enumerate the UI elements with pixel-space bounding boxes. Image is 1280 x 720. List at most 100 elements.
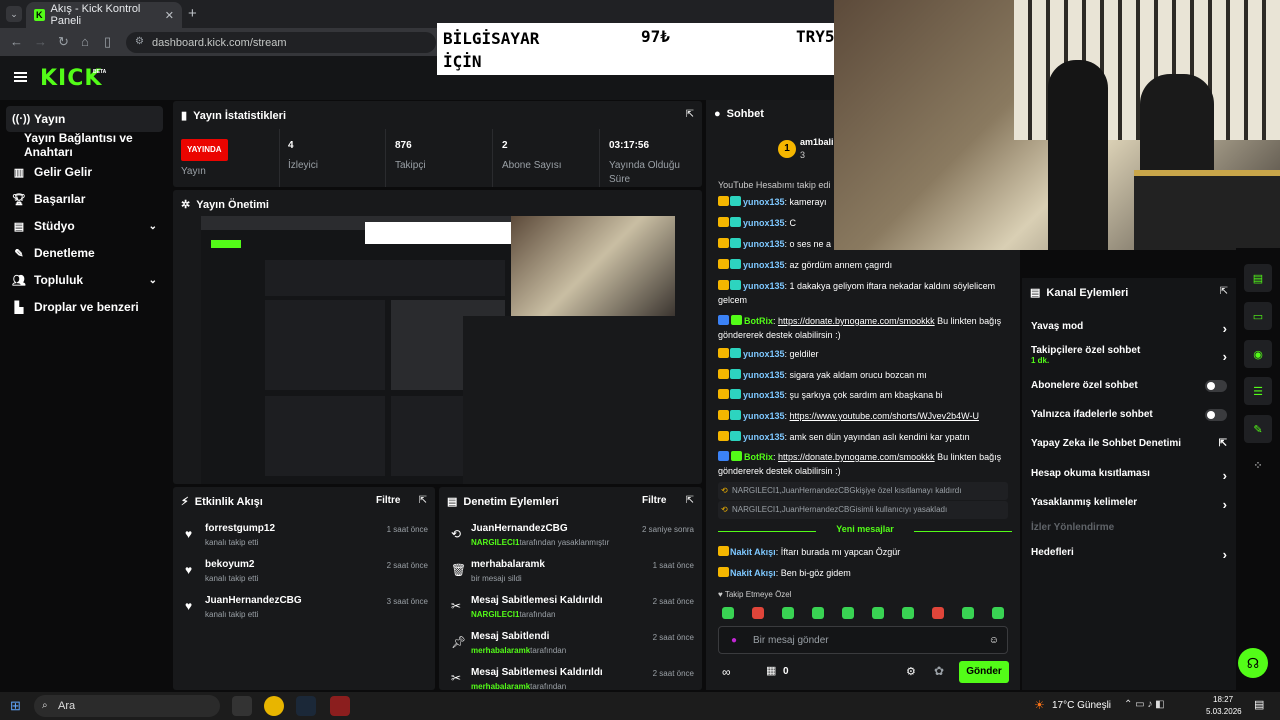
moderation-actor[interactable]: merhabalaramk — [471, 682, 530, 690]
sidebar-item-moderation[interactable]: ✎ Denetleme — [6, 240, 163, 266]
chat-username[interactable]: yunox135 — [743, 218, 785, 228]
start-icon[interactable]: ⊞ — [10, 698, 21, 714]
new-tab-icon[interactable]: + — [188, 5, 197, 22]
help-icon[interactable]: ☊ — [1238, 648, 1268, 678]
app-icon[interactable] — [232, 696, 252, 716]
action-ai-moderation[interactable]: Yapay Zeka ile Sohbet Denetimi ⇱ — [1031, 438, 1227, 449]
emote-icon[interactable] — [962, 607, 974, 619]
notes-icon[interactable]: ▤ — [1244, 264, 1272, 292]
emote-icon[interactable] — [722, 607, 734, 619]
clock-date[interactable]: 5.03.2026 — [1206, 707, 1242, 716]
emote-icon[interactable] — [752, 607, 764, 619]
tab-search-icon[interactable]: ⌄ — [6, 6, 22, 22]
chat-username[interactable]: BotRix — [744, 316, 773, 326]
clock-time[interactable]: 18:27 — [1213, 695, 1233, 704]
chat-username[interactable]: yunox135 — [743, 239, 785, 249]
sidebar-item-revenue[interactable]: ▥ Gelir Gelir — [6, 159, 163, 185]
popout-icon[interactable]: ⇱ — [686, 109, 694, 120]
chat-username[interactable]: BotRix — [744, 452, 773, 462]
notification-icon[interactable]: ▤ — [1254, 698, 1264, 711]
moderation-actor[interactable]: merhabalaramk — [471, 646, 530, 655]
action-follower-only[interactable]: Takipçilere özel sohbet 1 dk. › — [1031, 345, 1227, 365]
home-icon[interactable]: ⌂ — [81, 34, 89, 49]
chat-username[interactable]: yunox135 — [743, 390, 785, 400]
top-gifter-name[interactable]: am1bali — [800, 137, 834, 147]
address-bar[interactable]: ⚙ dashboard.kick.com/stream — [126, 32, 436, 53]
activity-user[interactable]: JuanHernandezCBG — [205, 595, 302, 606]
popout-icon[interactable]: ⇱ — [419, 495, 427, 506]
forward-icon[interactable]: → — [34, 34, 47, 49]
weather-text[interactable]: 17°C Güneşli — [1052, 700, 1111, 711]
chat-username[interactable]: yunox135 — [743, 349, 785, 359]
moderation-title[interactable]: Mesaj Sabitlendi — [471, 631, 549, 642]
mod-settings-icon[interactable]: ✿ — [934, 664, 944, 678]
action-slow-mode[interactable]: Yavaş mod › — [1031, 321, 1227, 336]
sidebar-item-studio[interactable]: ▤ Stüdyo ⌄ — [6, 213, 163, 239]
stream-preview[interactable] — [201, 216, 675, 484]
emote-icon[interactable] — [812, 607, 824, 619]
moderation-title[interactable]: merhabalaramk — [471, 559, 545, 570]
filter-button[interactable]: Filtre — [376, 495, 400, 506]
tray-icons[interactable]: ⌃ ▭ ♪ ◧ — [1124, 699, 1165, 710]
chat-bubble-icon[interactable]: ▭ — [1244, 302, 1272, 330]
infinity-points-icon[interactable]: ∞ — [722, 665, 731, 679]
sidebar-item-achievements[interactable]: 🏆︎ Başarılar — [6, 186, 163, 212]
steam-icon[interactable] — [296, 696, 316, 716]
settings-icon[interactable]: ⚙ — [906, 665, 916, 678]
reload-icon[interactable]: ↻ — [58, 34, 69, 50]
menu-icon[interactable] — [14, 72, 27, 82]
emote-icon[interactable] — [872, 607, 884, 619]
chat-username[interactable]: yunox135 — [743, 197, 785, 207]
chat-input[interactable]: ● Bir mesaj gönder ☺ — [718, 626, 1008, 654]
microphone-icon[interactable]: ● — [731, 627, 737, 655]
chat-username[interactable]: yunox135 — [743, 411, 785, 421]
emote-icon[interactable] — [842, 607, 854, 619]
moderation-title[interactable]: JuanHernandezCBG — [471, 523, 568, 534]
chat-link[interactable]: https://www.youtube.com/shorts/WJvev2b4W… — [790, 411, 979, 421]
new-messages-divider[interactable]: Yeni mesajlar — [718, 524, 1012, 538]
chat-username[interactable]: yunox135 — [743, 370, 785, 380]
broadcast-icon[interactable]: ◉ — [1244, 340, 1272, 368]
moderation-actor[interactable]: NARGILECI1 — [471, 538, 519, 547]
app-icon[interactable] — [330, 696, 350, 716]
site-info-icon[interactable]: ⚙ — [135, 36, 144, 47]
chat-username[interactable]: yunox135 — [743, 432, 785, 442]
activity-user[interactable]: forrestgump12 — [205, 523, 275, 534]
layout-icon[interactable]: ☰ — [1244, 377, 1272, 405]
action-goals[interactable]: Hedefleri › — [1031, 547, 1227, 562]
popout-icon[interactable]: ⇱ — [686, 495, 694, 506]
action-emote-only[interactable]: Yalnızca ifadelerle sohbet — [1031, 409, 1227, 421]
sub-only-toggle[interactable] — [1205, 380, 1227, 392]
browser-tab[interactable]: K Akış - Kick Kontrol Paneli ✕ — [26, 2, 182, 28]
send-button[interactable]: Gönder — [959, 661, 1009, 683]
more-apps-icon[interactable]: ⁘ — [1244, 451, 1272, 479]
sidebar-item-stream-key[interactable]: Yayın Bağlantısı ve Anahtarı — [6, 131, 163, 159]
chat-username[interactable]: Nakit Akışı — [730, 547, 776, 557]
wrench-icon[interactable]: ✎ — [1244, 415, 1272, 443]
chat-username[interactable]: yunox135 — [743, 260, 785, 270]
sidebar-item-stream[interactable]: ((·)) Yayın — [6, 106, 163, 132]
action-account-age[interactable]: Hesap okuma kısıtlaması › — [1031, 468, 1227, 483]
emote-only-toggle[interactable] — [1205, 409, 1227, 421]
chat-link[interactable]: https://donate.bynogame.com/smookkk — [778, 316, 935, 326]
sidebar-item-drops[interactable]: ▙ Droplar ve benzeri — [6, 294, 163, 320]
sidebar-item-community[interactable]: 👥︎ Topluluk ⌄ — [6, 267, 163, 293]
chat-username[interactable]: yunox135 — [743, 281, 785, 291]
emote-icon[interactable] — [932, 607, 944, 619]
side-panel-icon[interactable]: ▯ — [104, 34, 111, 50]
emote-icon[interactable] — [902, 607, 914, 619]
back-icon[interactable]: ← — [10, 34, 23, 49]
gift-icon[interactable]: ▦ — [766, 664, 776, 677]
emoji-icon[interactable]: ☺ — [989, 627, 999, 655]
close-tab-icon[interactable]: ✕ — [165, 9, 174, 22]
taskbar-search[interactable]: ⌕ Ara — [34, 695, 220, 717]
popout-icon[interactable]: ⇱ — [1220, 286, 1228, 297]
chat-username[interactable]: Nakit Akışı — [730, 568, 776, 578]
moderation-actor[interactable]: NARGILECI1 — [471, 610, 519, 619]
moderation-title[interactable]: Mesaj Sabitlemesi Kaldırıldı — [471, 595, 603, 606]
chrome-icon[interactable] — [264, 696, 284, 716]
emote-icon[interactable] — [782, 607, 794, 619]
action-sub-only[interactable]: Abonelere özel sohbet — [1031, 380, 1227, 392]
filter-button[interactable]: Filtre — [642, 495, 666, 506]
emote-icon[interactable] — [992, 607, 1004, 619]
